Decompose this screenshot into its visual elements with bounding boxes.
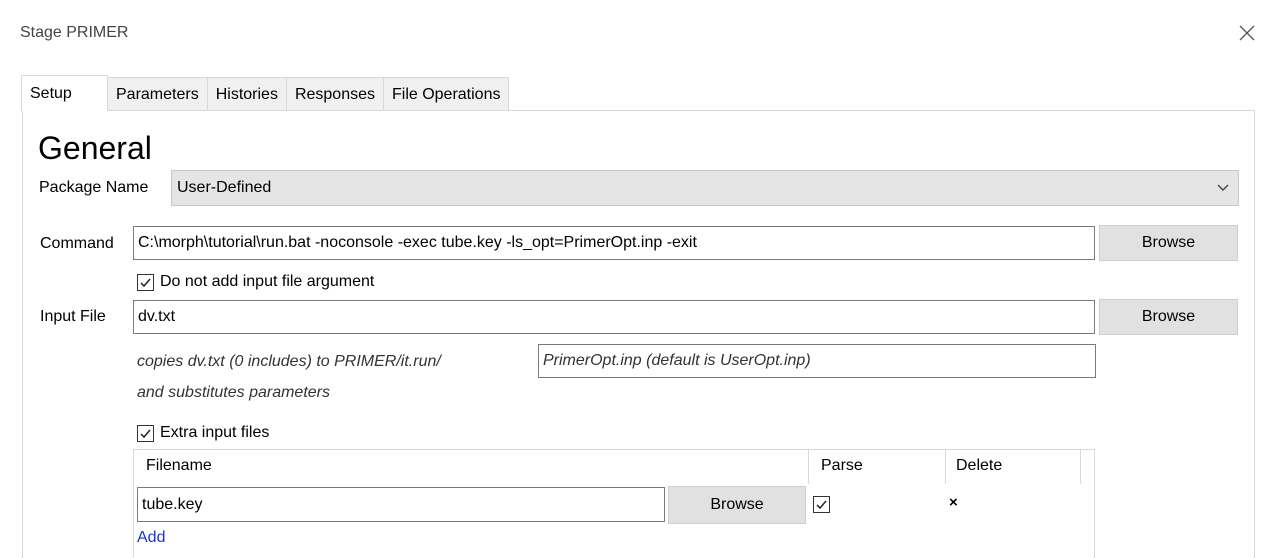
column-separator bbox=[808, 450, 809, 484]
row-delete-button[interactable]: × bbox=[949, 494, 958, 511]
input-file-input[interactable]: dv.txt bbox=[133, 300, 1095, 334]
row-browse-button[interactable]: Browse bbox=[668, 486, 806, 524]
command-input[interactable]: C:\morph\tutorial\run.bat -noconsole -ex… bbox=[133, 226, 1095, 260]
no-input-arg-label: Do not add input file argument bbox=[160, 273, 375, 290]
package-name-select[interactable]: User-Defined bbox=[171, 170, 1239, 206]
window-title: Stage PRIMER bbox=[20, 24, 129, 41]
package-name-label: Package Name bbox=[39, 179, 149, 196]
section-heading-general: General bbox=[38, 130, 152, 166]
input-file-browse-button[interactable]: Browse bbox=[1099, 299, 1238, 335]
command-label: Command bbox=[40, 235, 114, 252]
extra-files-label: Extra input files bbox=[160, 424, 270, 441]
package-name-value: User-Defined bbox=[177, 179, 272, 196]
tab-bar: Setup Parameters Histories Responses Fil… bbox=[21, 75, 510, 111]
extra-files-checkbox[interactable] bbox=[137, 425, 154, 442]
checkmark-icon bbox=[140, 429, 151, 439]
add-file-link[interactable]: Add bbox=[137, 529, 165, 547]
checkmark-icon bbox=[140, 278, 151, 288]
command-browse-button[interactable]: Browse bbox=[1099, 225, 1238, 261]
checkmark-icon bbox=[816, 500, 827, 510]
close-button[interactable] bbox=[1232, 18, 1262, 48]
column-header-parse: Parse bbox=[821, 457, 863, 474]
input-file-label: Input File bbox=[40, 308, 106, 325]
chevron-down-icon bbox=[1217, 184, 1229, 191]
substitutes-description: and substitutes parameters bbox=[137, 384, 330, 401]
output-name-input[interactable]: PrimerOpt.inp (default is UserOpt.inp) bbox=[538, 344, 1096, 378]
copies-description: copies dv.txt (0 includes) to PRIMER/it.… bbox=[137, 353, 441, 370]
close-icon bbox=[1239, 25, 1255, 41]
row-filename-input[interactable]: tube.key bbox=[137, 487, 665, 522]
tab-parameters[interactable]: Parameters bbox=[107, 77, 208, 111]
column-separator bbox=[1080, 450, 1081, 484]
no-input-arg-checkbox[interactable] bbox=[137, 274, 154, 291]
column-header-filename: Filename bbox=[146, 457, 212, 474]
column-header-delete: Delete bbox=[956, 457, 1003, 474]
column-separator bbox=[945, 450, 946, 484]
row-parse-checkbox[interactable] bbox=[813, 496, 830, 513]
tab-responses[interactable]: Responses bbox=[285, 77, 384, 111]
tab-histories[interactable]: Histories bbox=[206, 77, 287, 111]
tab-file-operations[interactable]: File Operations bbox=[382, 77, 510, 111]
tab-setup[interactable]: Setup bbox=[21, 75, 108, 111]
